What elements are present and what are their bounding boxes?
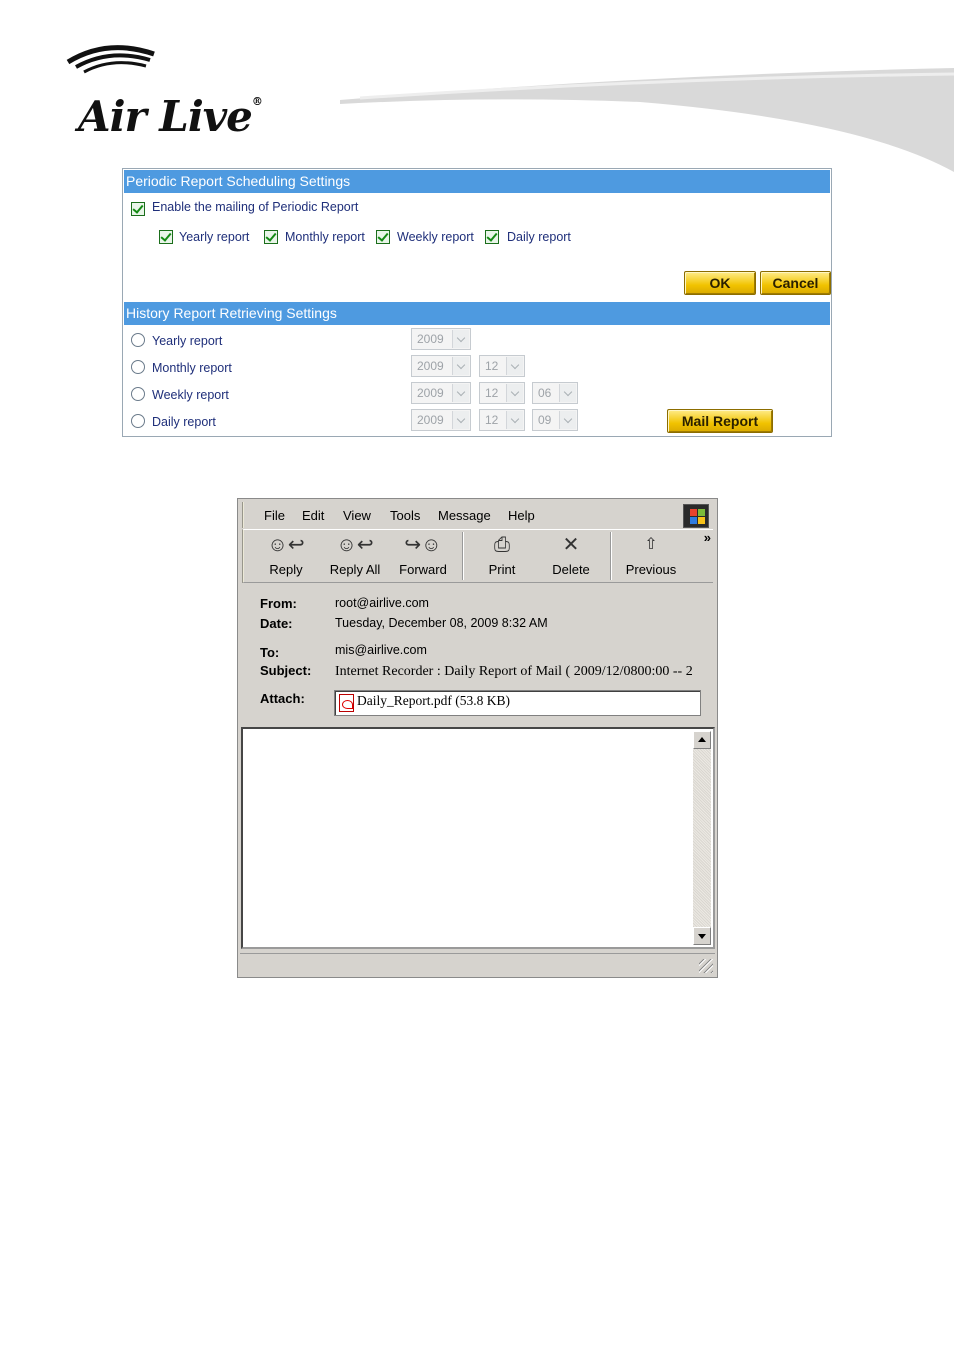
enable-periodic-checkbox[interactable] <box>131 202 145 216</box>
ok-button[interactable]: OK <box>684 271 756 295</box>
print-button[interactable]: ⎙ Print <box>472 532 532 582</box>
menu-file[interactable]: File <box>264 508 285 523</box>
history-weekly-month-select[interactable]: 12 <box>479 382 525 404</box>
enable-periodic-label: Enable the mailing of Periodic Report <box>152 200 359 214</box>
from-value: root@airlive.com <box>335 596 429 610</box>
attachment-name[interactable]: Daily_Report.pdf (53.8 KB) <box>357 693 510 708</box>
history-daily-month-select[interactable]: 12 <box>479 409 525 431</box>
menu-message[interactable]: Message <box>438 508 491 523</box>
history-yearly-radio[interactable] <box>131 333 145 347</box>
to-label: To: <box>260 645 280 660</box>
chevron-down-icon <box>452 384 469 402</box>
airlive-logo: Air Live® <box>62 40 292 138</box>
logo-wordmark: Air Live® <box>78 92 263 141</box>
history-monthly-month-select[interactable]: 12 <box>479 355 525 377</box>
periodic-monthly-label: Monthly report <box>285 230 365 244</box>
history-weekly-day-select[interactable]: 06 <box>532 382 578 404</box>
menu-edit[interactable]: Edit <box>302 508 324 523</box>
history-weekly-year-select[interactable]: 2009 <box>411 382 471 404</box>
history-daily-radio[interactable] <box>131 414 145 428</box>
periodic-monthly-checkbox[interactable] <box>264 230 278 244</box>
chevron-down-icon <box>506 384 523 402</box>
chevron-down-icon <box>559 411 576 429</box>
date-label: Date: <box>260 616 293 631</box>
history-yearly-year-select[interactable]: 2009 <box>411 328 471 350</box>
menu-view[interactable]: View <box>343 508 371 523</box>
chevron-down-icon <box>559 384 576 402</box>
history-weekly-radio[interactable] <box>131 387 145 401</box>
menu-bar: File Edit View Tools Message Help <box>242 502 713 528</box>
subject-value: Internet Recorder : Daily Report of Mail… <box>335 664 693 679</box>
history-daily-year-select[interactable]: 2009 <box>411 409 471 431</box>
vertical-scrollbar[interactable] <box>693 731 711 945</box>
history-daily-label: Daily report <box>152 415 216 429</box>
forward-icon: ↪☺ <box>404 534 442 556</box>
mail-toolbar: ☺↩ Reply ☺↩ Reply All ↪☺ Forward ⎙ Print… <box>242 529 713 583</box>
reply-all-button[interactable]: ☺↩ Reply All <box>324 532 386 582</box>
logo-waves-icon <box>66 45 155 74</box>
periodic-weekly-label: Weekly report <box>397 230 474 244</box>
header-swoosh <box>340 68 954 172</box>
previous-button[interactable]: ⇧ Previous <box>618 532 684 582</box>
menu-help[interactable]: Help <box>508 508 535 523</box>
cancel-button[interactable]: Cancel <box>760 271 831 295</box>
history-monthly-label: Monthly report <box>152 361 232 375</box>
history-yearly-label: Yearly report <box>152 334 223 348</box>
history-monthly-year-select[interactable]: 2009 <box>411 355 471 377</box>
toolbar-overflow-chevron[interactable]: » <box>704 530 711 545</box>
mail-message-window: File Edit View Tools Message Help ☺↩ Rep… <box>237 498 718 978</box>
chevron-down-icon <box>506 357 523 375</box>
reply-all-icon: ☺↩ <box>336 534 374 556</box>
toolbar-separator <box>462 532 464 580</box>
scroll-down-icon[interactable] <box>693 927 711 945</box>
attachment-field[interactable]: Daily_Report.pdf (53.8 KB) <box>334 690 701 716</box>
from-label: From: <box>260 596 297 611</box>
chevron-down-icon <box>452 330 469 348</box>
history-section-title: History Report Retrieving Settings <box>124 302 830 325</box>
report-settings-panel: Periodic Report Scheduling Settings Enab… <box>122 168 832 437</box>
scroll-up-icon[interactable] <box>693 731 711 749</box>
resize-grip-icon[interactable] <box>699 959 713 973</box>
date-value: Tuesday, December 08, 2009 8:32 AM <box>335 616 548 630</box>
windows-logo-icon <box>683 504 709 528</box>
periodic-yearly-checkbox[interactable] <box>159 230 173 244</box>
history-weekly-label: Weekly report <box>152 388 229 402</box>
delete-button[interactable]: ✕ Delete <box>540 532 602 582</box>
mail-report-button[interactable]: Mail Report <box>667 409 773 433</box>
chevron-down-icon <box>506 411 523 429</box>
to-value: mis@airlive.com <box>335 643 427 657</box>
periodic-daily-label: Daily report <box>507 230 571 244</box>
menu-tools[interactable]: Tools <box>390 508 420 523</box>
pdf-file-icon <box>339 694 354 712</box>
periodic-yearly-label: Yearly report <box>179 230 250 244</box>
subject-label: Subject: <box>260 663 312 678</box>
periodic-weekly-checkbox[interactable] <box>376 230 390 244</box>
chevron-down-icon <box>452 411 469 429</box>
history-daily-day-select[interactable]: 09 <box>532 409 578 431</box>
forward-button[interactable]: ↪☺ Forward <box>392 532 454 582</box>
delete-icon: ✕ <box>562 534 580 556</box>
periodic-section-title: Periodic Report Scheduling Settings <box>124 170 830 193</box>
history-monthly-radio[interactable] <box>131 360 145 374</box>
reply-icon: ☺↩ <box>267 534 305 556</box>
status-bar <box>240 953 715 975</box>
periodic-daily-checkbox[interactable] <box>485 230 499 244</box>
chevron-down-icon <box>452 357 469 375</box>
printer-icon: ⎙ <box>494 534 510 556</box>
reply-button[interactable]: ☺↩ Reply <box>256 532 316 582</box>
attach-label: Attach: <box>260 691 305 706</box>
toolbar-separator <box>610 532 612 580</box>
up-arrow-icon: ⇧ <box>644 536 658 553</box>
message-body[interactable] <box>241 727 715 949</box>
